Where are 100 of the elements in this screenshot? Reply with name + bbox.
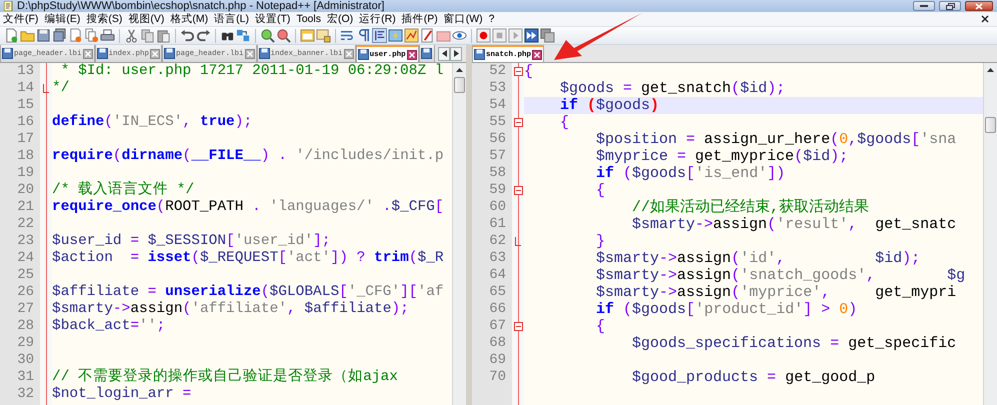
- menu-item[interactable]: 语言(L): [211, 12, 252, 26]
- line-number: 62: [488, 233, 507, 250]
- copy-icon[interactable]: [140, 28, 155, 43]
- code-line: $smarty->assign('result', get_snatc: [631, 216, 958, 233]
- stacked-disks-icon[interactable]: [52, 28, 67, 43]
- right-triangle-icon: [454, 50, 458, 57]
- menu-item[interactable]: 格式(M): [167, 12, 212, 26]
- code-line: //如果活动已经结束,获取活动结果: [631, 199, 870, 216]
- scroll-up-arrow-icon[interactable]: [987, 68, 994, 72]
- code-line: $affiliate = unserialize($GLOBALS['_CFG']['af: [52, 284, 445, 301]
- fast-forward-icon[interactable]: [524, 28, 539, 43]
- line-number: 20: [16, 182, 35, 199]
- code-line: {: [595, 182, 606, 199]
- code-line: * $Id: user.php 17217 2011-01-19 06:29:08Z l: [60, 63, 445, 80]
- line-number: 29: [16, 335, 35, 352]
- window-sync-icon[interactable]: [300, 28, 315, 43]
- line-number: 27: [16, 301, 35, 318]
- line-number: 19: [16, 165, 35, 182]
- clipboard-icon[interactable]: [156, 28, 171, 43]
- menu-item[interactable]: 搜索(S): [83, 12, 126, 26]
- lightning-icon[interactable]: [388, 28, 403, 43]
- printer-icon[interactable]: [100, 28, 115, 43]
- restore-icon: [946, 2, 954, 10]
- menu-item[interactable]: Tools: [293, 12, 324, 26]
- scrollbar-thumb[interactable]: [985, 117, 996, 133]
- code-line: $smarty->assign('myprice', get_mypri: [595, 284, 958, 301]
- word-wrap-icon[interactable]: [340, 28, 355, 43]
- menu-item[interactable]: 插件(P): [398, 12, 441, 26]
- restore-button[interactable]: [939, 1, 961, 11]
- code-line: /* 载入语言文件 */: [52, 182, 196, 199]
- line-number: 65: [488, 284, 507, 301]
- close-icon[interactable]: [406, 50, 417, 60]
- menu-item[interactable]: 编辑(E): [41, 12, 84, 26]
- fold-minus-icon[interactable]: [514, 67, 522, 76]
- code-line: define('IN_ECS', true);: [52, 114, 254, 131]
- scrollbar-thumb[interactable]: [454, 77, 465, 93]
- indent-guide-icon[interactable]: [372, 28, 387, 43]
- code-line: $smarty->assign('affiliate', $affiliate);: [52, 301, 410, 318]
- code-line: // 不需要登录的操作或自己验证是否登录（如ajax: [52, 369, 399, 386]
- fold-end-icon: [515, 237, 521, 246]
- page-close-icon[interactable]: [68, 28, 83, 43]
- line-number: 67: [488, 318, 507, 335]
- line-number: 64: [488, 267, 507, 284]
- code-line: }: [595, 233, 606, 250]
- menu-item[interactable]: 窗口(W): [440, 12, 486, 26]
- fold-minus-icon[interactable]: [514, 186, 522, 195]
- code-line: $action = isset($_REQUEST['act']) ? trim($_R: [52, 250, 445, 267]
- fold-minus-icon[interactable]: [514, 118, 522, 127]
- record-icon[interactable]: [476, 28, 491, 43]
- redo-icon[interactable]: [196, 28, 211, 43]
- code-line: $user_id = $_SESSION['user_id'];: [52, 233, 332, 250]
- pilcrow-icon[interactable]: [356, 28, 371, 43]
- line-number: 53: [488, 80, 507, 97]
- code-line: if ($goods): [559, 97, 660, 114]
- line-number: 58: [488, 165, 507, 182]
- vertical-scrollbar[interactable]: [983, 63, 997, 405]
- line-number: 30: [16, 352, 35, 369]
- line-number: 18: [16, 148, 35, 165]
- minimize-button[interactable]: [913, 1, 935, 11]
- pages-close-icon[interactable]: [84, 28, 99, 43]
- undo-icon[interactable]: [180, 28, 195, 43]
- line-number: 14: [16, 80, 35, 97]
- left-triangle-icon: [442, 50, 446, 57]
- editor-tab[interactable]: [418, 45, 435, 62]
- window-lock-icon[interactable]: [316, 28, 331, 43]
- menu-item[interactable]: 运行(R): [356, 12, 399, 26]
- code-line: $smarty->assign('snatch_goods', $g: [595, 267, 966, 284]
- vertical-scrollbar[interactable]: [452, 63, 466, 405]
- line-number: 16: [16, 114, 35, 131]
- menu-item[interactable]: 文件(F): [0, 12, 42, 26]
- zoom-in-icon[interactable]: [260, 28, 275, 43]
- menu-item[interactable]: 视图(V): [125, 12, 168, 26]
- fold-minus-icon[interactable]: [514, 322, 522, 331]
- line-number: 31: [16, 369, 35, 386]
- close-icon[interactable]: [981, 15, 989, 23]
- scroll-up-arrow-icon[interactable]: [456, 68, 463, 72]
- line-number: 15: [16, 97, 35, 114]
- line-number: 70: [488, 369, 507, 386]
- stop-icon[interactable]: [492, 28, 507, 43]
- pen-page-icon[interactable]: [420, 28, 435, 43]
- close-icon[interactable]: [532, 50, 542, 60]
- document-icon[interactable]: [4, 28, 19, 43]
- scroll-tabs-right-button[interactable]: [450, 46, 462, 60]
- menu-item[interactable]: 宏(O): [324, 12, 356, 26]
- code-line: $myprice = get_myprice($id);: [595, 148, 850, 165]
- code-line: if ($goods['is_end']): [595, 165, 786, 182]
- close-button[interactable]: [965, 1, 993, 11]
- line-number: 66: [488, 301, 507, 318]
- code-line: if ($goods['product_id'] > 0): [595, 301, 858, 318]
- menu-item[interactable]: ?: [486, 12, 498, 26]
- menu-item[interactable]: 设置(T): [252, 12, 294, 26]
- code-line: $goods = get_snatch($id);: [559, 80, 786, 97]
- zoom-out-icon[interactable]: [276, 28, 291, 43]
- code-line: $back_act='';: [52, 318, 166, 335]
- chart-icon[interactable]: [404, 28, 419, 43]
- close-icon: [975, 2, 983, 10]
- scissors-icon[interactable]: [124, 28, 139, 43]
- code-line: {: [559, 114, 570, 131]
- scroll-tabs-left-button[interactable]: [438, 46, 450, 60]
- code-line: require(dirname(__FILE__) . '/includes/init.p: [52, 148, 445, 165]
